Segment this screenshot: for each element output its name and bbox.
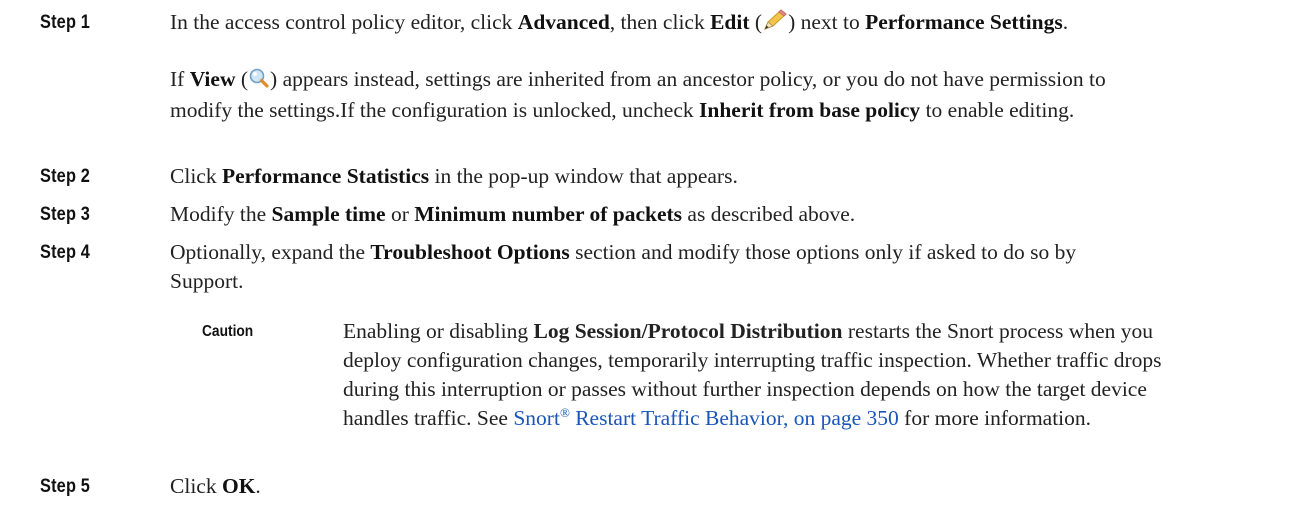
step-1-note-line-1: If View ( ) appears instead, settings ar…	[170, 65, 1106, 96]
step-4-text-line-1: Optionally, expand the Troubleshoot Opti…	[170, 240, 1077, 264]
step-2-text: Click Performance Statistics in the pop-…	[170, 164, 738, 188]
caution-line-4: handles traffic. See Snort® Restart Traf…	[343, 404, 1092, 430]
step-1-text: In the access control policy editor, cli…	[170, 8, 1068, 39]
step-4-label: Step 4	[40, 242, 91, 263]
pencil-icon[interactable]	[762, 9, 788, 39]
step-5-text: Click OK.	[170, 474, 261, 498]
step-2-label: Step 2	[40, 166, 91, 187]
ok-term: OK	[221, 474, 256, 498]
sample-time-term: Sample time	[271, 202, 386, 226]
step-3-label: Step 3	[40, 204, 91, 225]
caution-line-2: deploy configuration changes, temporaril…	[343, 348, 1162, 372]
performance-settings-term: Performance Settings	[865, 10, 1063, 34]
troubleshoot-options-term: Troubleshoot Options	[370, 240, 570, 264]
step-3-text: Modify the Sample time or Minimum number…	[170, 202, 856, 226]
step-1-label: Step 1	[40, 12, 91, 33]
log-session-protocol-distribution-term: Log Session/Protocol Distribution	[533, 319, 843, 343]
step-5-label: Step 5	[40, 476, 91, 497]
performance-statistics-term: Performance Statistics	[221, 164, 430, 188]
inherit-from-base-policy-term: Inherit from base policy	[699, 98, 921, 122]
caution-line-1: Enabling or disabling Log Session/Protoc…	[343, 319, 1153, 343]
caution-line-3: during this interruption or passes witho…	[343, 377, 1147, 401]
caution-label: Caution	[202, 323, 254, 340]
minimum-number-of-packets-term: Minimum number of packets	[414, 202, 683, 226]
advanced-term: Advanced	[517, 10, 610, 34]
edit-term: Edit	[710, 10, 750, 34]
magnifier-icon[interactable]	[248, 67, 270, 96]
snort-restart-traffic-behavior-link[interactable]: Snort® Restart Traffic Behavior, on page…	[513, 406, 898, 430]
step-1-note-line-2: modify the settings.If the configuration…	[170, 98, 1075, 122]
view-term: View	[189, 67, 236, 91]
step-4-text-line-2: Support.	[170, 269, 244, 293]
